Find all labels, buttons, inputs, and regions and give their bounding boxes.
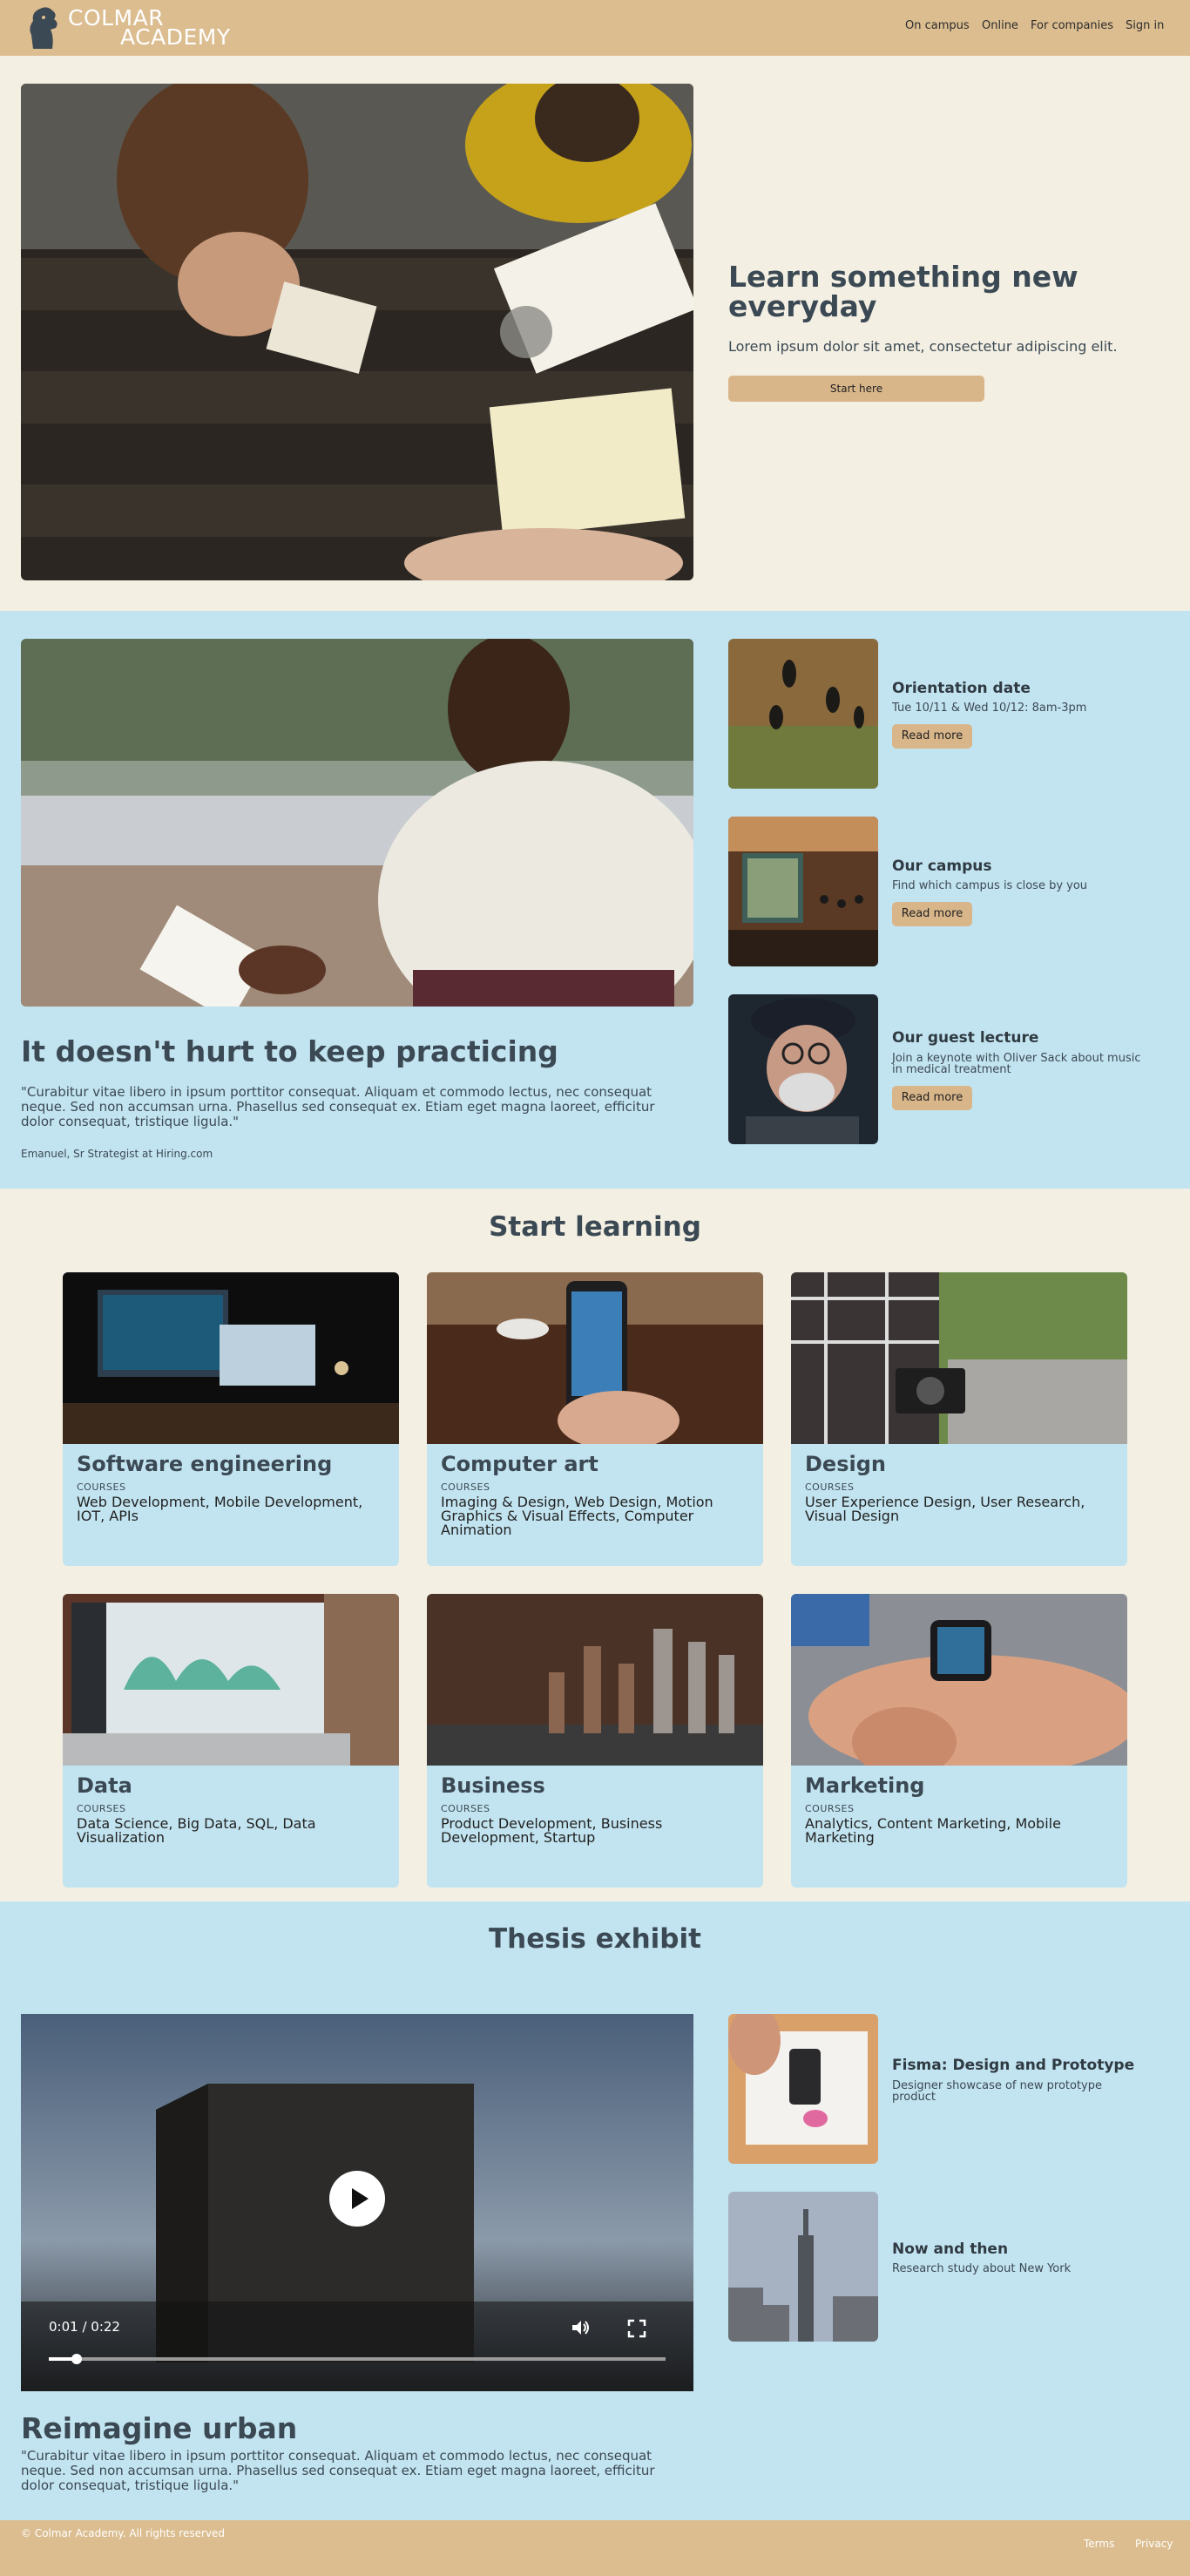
project-fisma-sub: Designer showcase of new prototype produ… <box>892 2079 1102 2104</box>
course-label: COURSES <box>441 1803 490 1814</box>
copyright-text: © Colmar Academy. All rights reserved <box>21 2527 225 2539</box>
footer-link-privacy[interactable]: Privacy <box>1135 2538 1173 2550</box>
course-description: Data Science, Big Data, SQL, Data Visual… <box>77 1815 316 1846</box>
course-description: User Experience Design, User Research, V… <box>805 1494 1085 1524</box>
event-campus-sub: Find which campus is close by you <box>892 879 1088 892</box>
event-campus-title: Our campus <box>892 858 992 875</box>
course-title: Marketing <box>805 1773 925 1798</box>
fullscreen-icon[interactable] <box>627 2319 646 2338</box>
video-progress-track[interactable] <box>49 2354 666 2364</box>
reimagine-urban-title: Reimagine urban <box>21 2411 298 2445</box>
hero-title: Learn something new everyday <box>728 260 1078 323</box>
guest-lecturer-photo <box>728 994 878 1144</box>
practice-quote-author: Emanuel, Sr Strategist at Hiring.com <box>21 1148 213 1160</box>
event-guest-lecture-sub: Join a keynote with Oliver Sack about mu… <box>892 1052 1141 1076</box>
new-york-photo <box>728 2192 878 2342</box>
computer-art-image <box>427 1272 763 1444</box>
lion-logo-icon[interactable] <box>24 3 63 52</box>
course-card-marketing[interactable]: Marketing COURSES Analytics, Content Mar… <box>791 1594 1127 1888</box>
nav-sign-in[interactable]: Sign in <box>1126 19 1164 32</box>
course-label: COURSES <box>805 1803 855 1814</box>
course-card-business[interactable]: Business COURSES Product Development, Bu… <box>427 1594 763 1888</box>
event-orientation-title: Orientation date <box>892 680 1031 697</box>
design-image <box>791 1272 1127 1444</box>
campus-photo <box>728 817 878 966</box>
marketing-image <box>791 1594 1127 1766</box>
hero-students-photo <box>21 84 693 580</box>
hero-subtitle: Lorem ipsum dolor sit amet, consectetur … <box>728 338 1118 355</box>
course-title: Design <box>805 1452 886 1476</box>
play-button[interactable] <box>329 2171 385 2227</box>
course-description: Product Development, Business Developmen… <box>441 1815 663 1846</box>
course-description: Imaging & Design, Web Design, Motion Gra… <box>441 1494 713 1538</box>
fisma-photo <box>728 2014 878 2164</box>
video-progress-thumb[interactable] <box>71 2354 82 2364</box>
practice-quote: "Curabitur vitae libero in ipsum porttit… <box>21 1084 655 1129</box>
course-label: COURSES <box>441 1481 490 1493</box>
read-more-campus-button[interactable]: Read more <box>892 902 972 926</box>
course-card-software-engineering[interactable]: Software engineering COURSES Web Develop… <box>63 1272 399 1566</box>
nav-online[interactable]: Online <box>982 19 1018 32</box>
footer-link-terms[interactable]: Terms <box>1084 2538 1114 2550</box>
project-fisma-title: Fisma: Design and Prototype <box>892 2057 1135 2074</box>
read-more-orientation-button[interactable]: Read more <box>892 724 972 749</box>
course-card-computer-art[interactable]: Computer art COURSES Imaging & Design, W… <box>427 1272 763 1566</box>
project-now-and-then-sub: Research study about New York <box>892 2262 1072 2275</box>
course-title: Software engineering <box>77 1452 333 1476</box>
volume-icon[interactable] <box>570 2317 591 2338</box>
event-guest-lecture-title: Our guest lecture <box>892 1029 1039 1047</box>
course-card-design[interactable]: Design COURSES User Experience Design, U… <box>791 1272 1127 1566</box>
practice-title: It doesn't hurt to keep practicing <box>21 1034 558 1068</box>
read-more-guest-lecture-button[interactable]: Read more <box>892 1086 972 1110</box>
data-image <box>63 1594 399 1766</box>
course-label: COURSES <box>805 1481 855 1493</box>
course-title: Data <box>77 1773 132 1798</box>
start-learning-title: Start learning <box>489 1211 701 1243</box>
course-label: COURSES <box>77 1803 126 1814</box>
business-image <box>427 1594 763 1766</box>
video-time: 0:01 / 0:22 <box>49 2319 120 2335</box>
course-description: Web Development, Mobile Development, IOT… <box>77 1494 363 1524</box>
event-orientation-sub: Tue 10/11 & Wed 10/12: 8am-3pm <box>892 702 1087 715</box>
man-reading-photo <box>21 639 693 1007</box>
course-label: COURSES <box>77 1481 126 1493</box>
thesis-exhibit-title: Thesis exhibit <box>489 1923 701 1955</box>
course-card-data[interactable]: Data COURSES Data Science, Big Data, SQL… <box>63 1594 399 1888</box>
course-description: Analytics, Content Marketing, Mobile Mar… <box>805 1815 1061 1846</box>
software-engineering-image <box>63 1272 399 1444</box>
nav-for-companies[interactable]: For companies <box>1031 19 1113 32</box>
nav-on-campus[interactable]: On campus <box>905 19 970 32</box>
orientation-photo <box>728 639 878 789</box>
brand-name-line2[interactable]: ACADEMY <box>120 24 231 50</box>
video-player[interactable]: 0:01 / 0:22 <box>21 2014 693 2391</box>
course-title: Computer art <box>441 1452 598 1476</box>
play-icon <box>352 2188 368 2209</box>
reimagine-urban-quote: "Curabitur vitae libero in ipsum porttit… <box>21 2448 655 2493</box>
course-title: Business <box>441 1773 545 1798</box>
project-now-and-then-title: Now and then <box>892 2240 1009 2258</box>
start-here-button[interactable]: Start here <box>728 376 984 402</box>
